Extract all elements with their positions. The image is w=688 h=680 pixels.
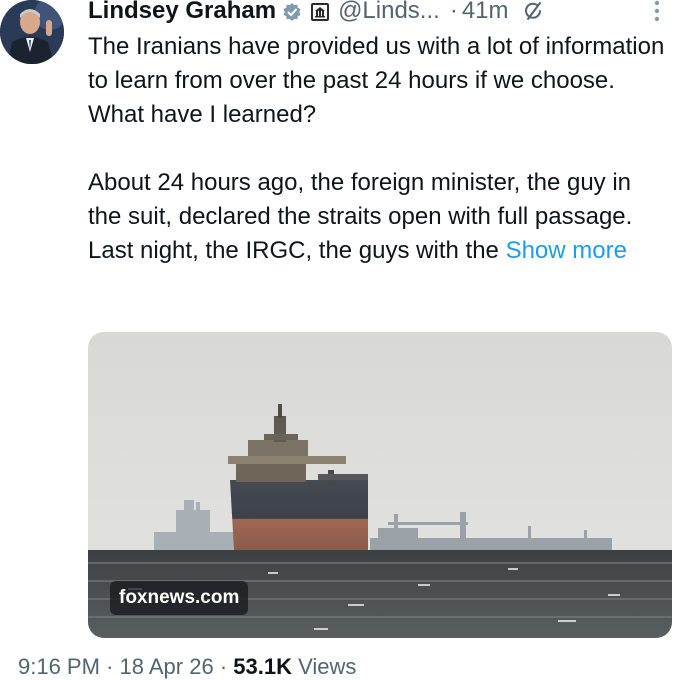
more-options-icon[interactable] [647, 0, 667, 26]
tweet-meta: 9:16 PM · 18 Apr 26 · 53.1K Views [18, 654, 356, 680]
foxnews-watermark: foxnews.com [110, 581, 249, 615]
author-handle[interactable]: @Linds... [338, 0, 440, 25]
verified-badge-icon [282, 1, 302, 21]
tweet-text: The Iranians have provided us with a lot… [88, 30, 668, 268]
tweet-paragraph-1: The Iranians have provided us with a lot… [88, 33, 665, 128]
avatar-image [0, 0, 64, 64]
author-name[interactable]: Lindsey Graham [88, 0, 276, 25]
post-timestamp[interactable]: 9:16 PM [18, 654, 100, 679]
grok-icon[interactable] [523, 0, 545, 22]
tweet-paragraph-2: About 24 hours ago, the foreign minister… [88, 166, 668, 268]
meta-separator: · [106, 654, 114, 679]
government-badge-icon [310, 1, 330, 21]
show-more-link[interactable]: Show more [506, 237, 627, 264]
meta-separator: · [219, 654, 228, 679]
views-count: 53.1K [233, 654, 292, 679]
header-separator: · [449, 0, 458, 24]
avatar[interactable] [0, 0, 64, 64]
post-date[interactable]: 18 Apr 26 [120, 654, 214, 679]
tweet-media-image[interactable]: foxnews.com [88, 332, 672, 638]
views-label: Views [298, 654, 357, 679]
tweet-header: Lindsey Graham @Linds... · 41m [88, 0, 545, 26]
post-time[interactable]: 41m [462, 0, 509, 25]
